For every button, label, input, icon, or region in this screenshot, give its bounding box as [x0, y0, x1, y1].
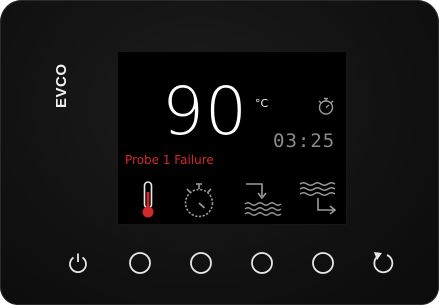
alarm-message: Probe 1 Failure: [125, 153, 214, 167]
stopwatch-icon: [184, 183, 214, 218]
display-screen: 90 °C 03:25 Probe 1 Failure: [117, 51, 347, 225]
time-readout: 03:25: [273, 130, 336, 152]
power-button[interactable]: [65, 250, 91, 276]
brand-logo: EVCO: [53, 56, 78, 108]
button-3[interactable]: [249, 250, 275, 276]
water-fill-icon: [299, 182, 337, 215]
timer-icon: [318, 97, 334, 115]
temperature-readout: 90: [162, 73, 248, 150]
thermometer-icon: [142, 181, 154, 218]
controller-panel: EVCO 90 °C 03:25 Probe 1 Failure: [0, 0, 439, 305]
drain-icon: [244, 183, 282, 216]
reset-button[interactable]: [370, 250, 396, 276]
brand-name: EVCO: [53, 63, 70, 108]
button-4[interactable]: [310, 250, 336, 276]
button-1[interactable]: [127, 250, 153, 276]
button-2[interactable]: [188, 250, 214, 276]
temperature-unit: °C: [255, 97, 269, 110]
